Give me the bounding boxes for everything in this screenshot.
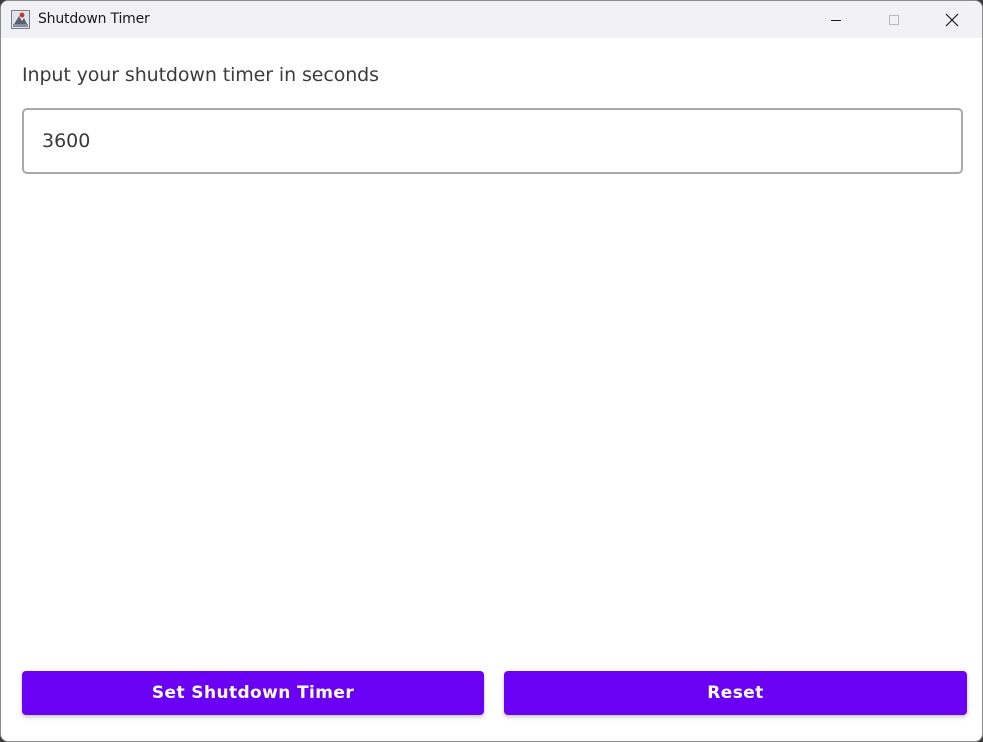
minimize-button[interactable] (807, 1, 865, 38)
java-app-icon (11, 10, 30, 29)
close-icon (945, 13, 959, 26)
timer-prompt-label: Input your shutdown timer in seconds (22, 64, 379, 86)
minimize-icon (831, 19, 841, 21)
close-button[interactable] (923, 1, 981, 38)
reset-button[interactable]: Reset (504, 671, 967, 715)
maximize-button[interactable] (865, 1, 923, 38)
maximize-icon (889, 14, 899, 25)
set-shutdown-timer-button[interactable]: Set Shutdown Timer (22, 671, 484, 715)
window-title: Shutdown Timer (38, 11, 150, 27)
timer-seconds-input[interactable] (22, 108, 963, 174)
title-bar[interactable]: Shutdown Timer (1, 1, 982, 38)
app-window: Shutdown Timer Input your shutdown timer… (0, 0, 983, 742)
